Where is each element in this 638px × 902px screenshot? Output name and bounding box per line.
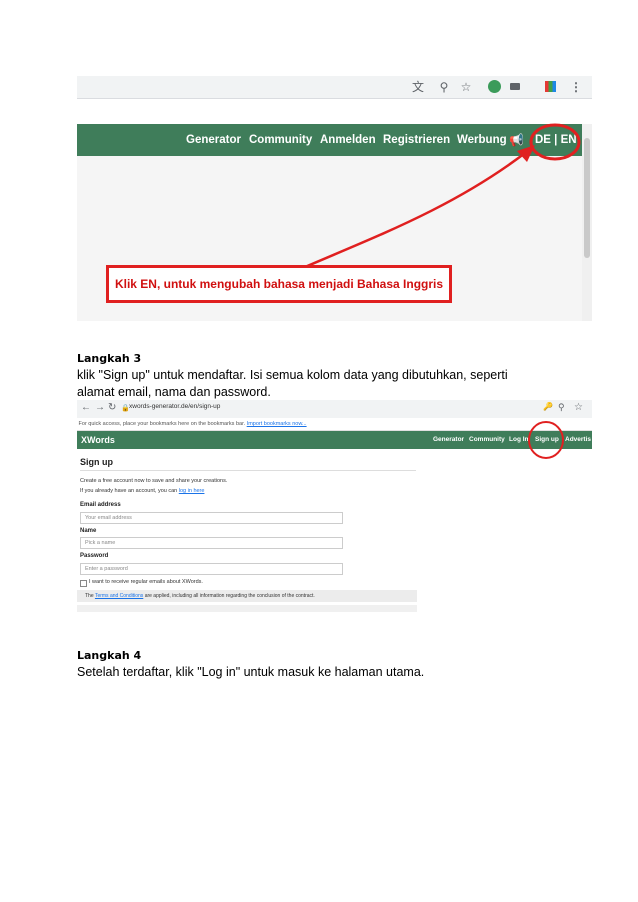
email-label: Email address	[80, 502, 121, 508]
terms-link[interactable]: Terms and Conditions	[95, 593, 143, 599]
screenshot-language-switch: 文 ⚲ ☆ ⋮ Generator Community Anmelden Reg…	[77, 76, 592, 321]
password-label: Password	[80, 553, 109, 559]
arrow-line	[304, 149, 530, 269]
step4-line1: Setelah terdaftar, klik "Log in" untuk m…	[77, 665, 425, 679]
step4-heading: Langkah 4	[77, 649, 142, 662]
terms-notice: The Terms and Conditions are applied, in…	[77, 590, 417, 602]
highlight-circle	[529, 123, 581, 161]
name-field[interactable]: Pick a name	[80, 537, 343, 549]
arrow-head-icon	[517, 145, 535, 162]
step3-heading: Langkah 3	[77, 352, 142, 365]
newsletter-checkbox[interactable]	[80, 580, 87, 587]
step3-line1: klik "Sign up" untuk mendaftar. Isi semu…	[77, 368, 508, 382]
intro-text: Create a free account now to save and sh…	[80, 478, 228, 484]
newsletter-label: I want to receive regular emails about X…	[89, 579, 203, 585]
screenshot-sign-up: ← → ↻ 🔒 xwords-generator.de/en/sign-up 🔑…	[77, 400, 592, 612]
step3-line2: alamat email, nama dan password.	[77, 385, 271, 399]
login-hint: If you already have an account, you can …	[80, 488, 205, 494]
email-field[interactable]: Your email address	[80, 512, 343, 524]
page-title: Sign up	[80, 457, 113, 467]
login-link[interactable]: log in here	[179, 488, 205, 494]
callout-box: Klik EN, untuk mengubah bahasa menjadi B…	[106, 265, 452, 303]
highlight-circle	[528, 421, 564, 459]
name-label: Name	[80, 528, 97, 534]
password-field[interactable]: Enter a password	[80, 563, 343, 575]
